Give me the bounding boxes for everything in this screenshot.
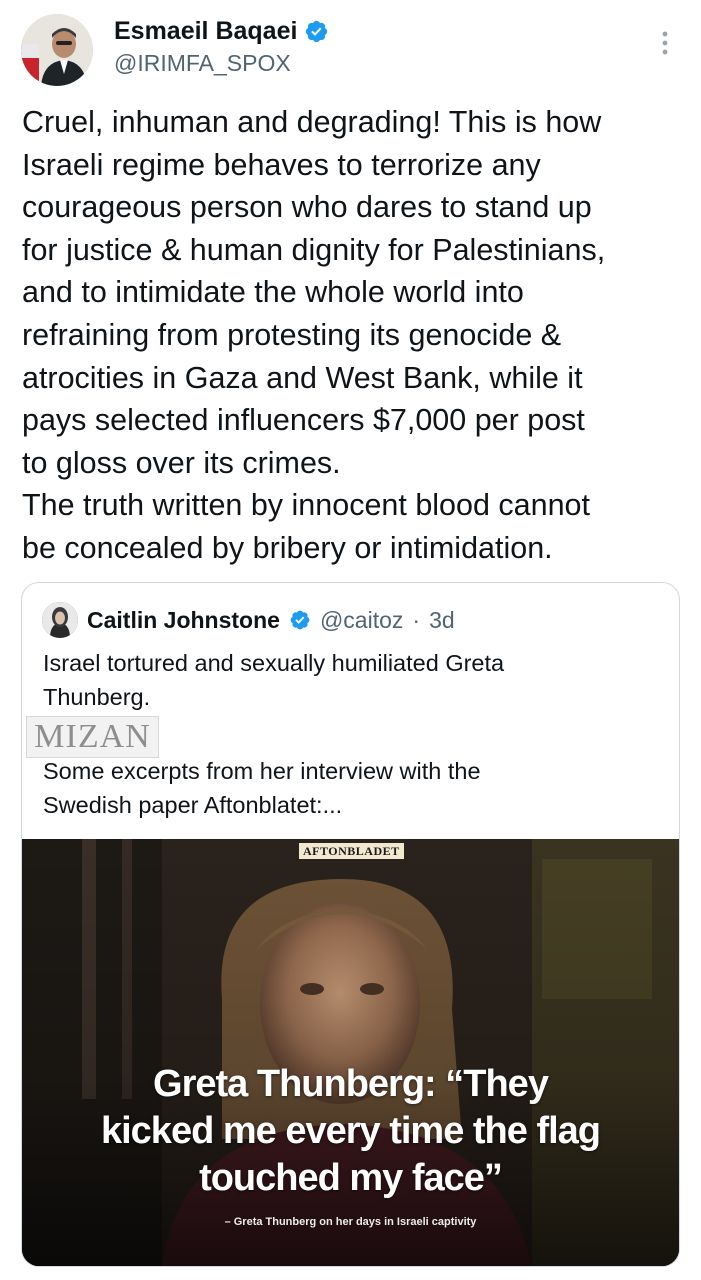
quoted-author-name[interactable]: Caitlin Johnstone xyxy=(87,607,280,634)
media-headline: Greta Thunberg: “They kicked me every ti… xyxy=(100,1063,601,1199)
tweet-text: Cruel, inhuman and degrading! This is ho… xyxy=(22,105,606,565)
aftonbladet-logo: AFTONBLADET xyxy=(299,843,404,859)
verified-badge-icon xyxy=(306,20,328,42)
quoted-author-handle[interactable]: @caitoz xyxy=(320,607,403,634)
quoted-text-part-2: Some excerpts from her interview with th… xyxy=(43,758,481,818)
tweet-header: Esmaeil Baqaei @IRIMFA_SPOX xyxy=(0,0,701,100)
quoted-media-image[interactable]: AFTONBLADET Greta Thunberg: “They kicked… xyxy=(22,839,679,1266)
separator-dot: · xyxy=(412,606,421,633)
quoted-timestamp[interactable]: 3d xyxy=(429,607,455,634)
quoted-text-part-1: Israel tortured and sexually humiliated … xyxy=(43,650,505,710)
author-handle[interactable]: @IRIMFA_SPOX xyxy=(114,50,291,77)
quoted-tweet-header: Caitlin Johnstone @caitoz · 3d xyxy=(42,601,455,639)
watermark-text: MIZAN xyxy=(34,718,151,755)
media-caption: – Greta Thunberg on her days in Israeli … xyxy=(224,1216,477,1228)
mizan-watermark: MIZAN xyxy=(26,716,159,758)
author-name-row: Esmaeil Baqaei xyxy=(114,14,329,48)
quoted-tweet[interactable]: Caitlin Johnstone @caitoz · 3d Israel to… xyxy=(21,582,680,1267)
author-avatar[interactable] xyxy=(21,14,93,86)
author-name[interactable]: Esmaeil Baqaei xyxy=(114,17,297,46)
quoted-author-avatar[interactable] xyxy=(42,602,78,638)
more-options-icon[interactable] xyxy=(654,28,676,58)
verified-badge-icon xyxy=(290,610,310,630)
